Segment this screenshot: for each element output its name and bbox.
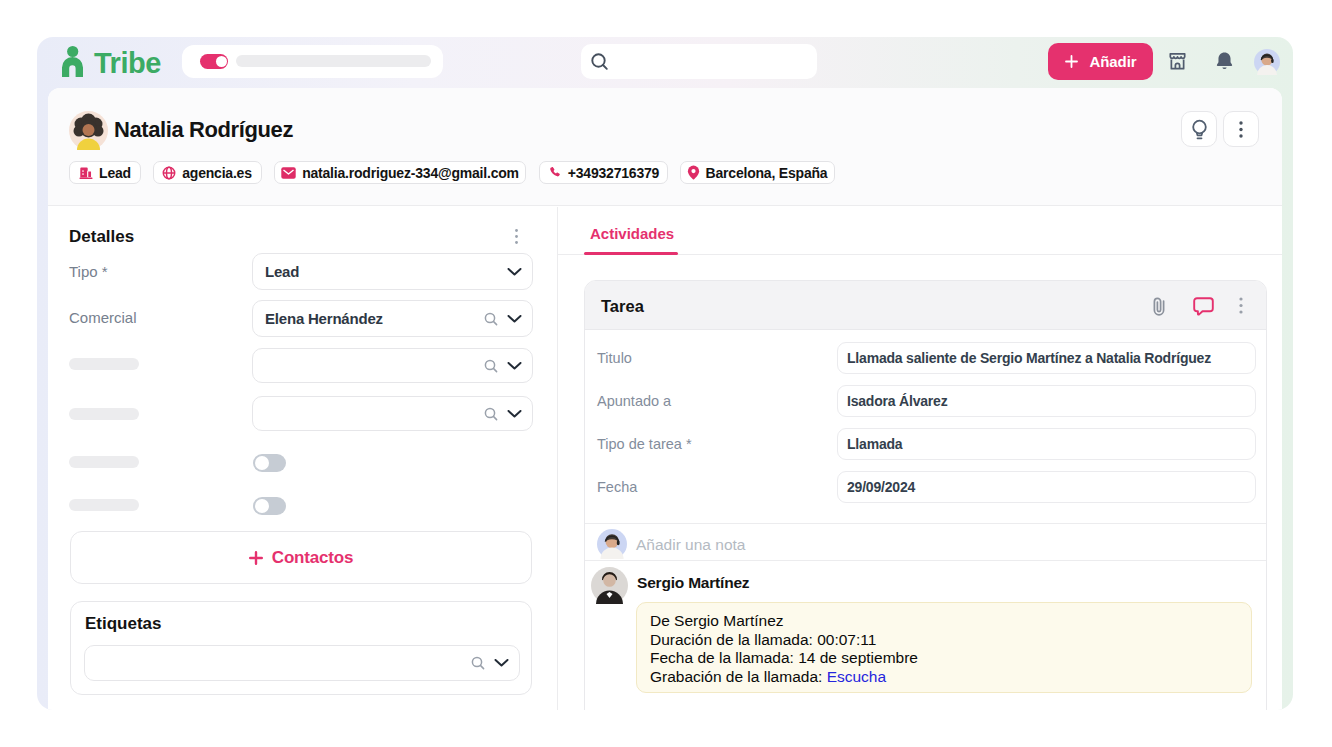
svg-text:Tribe: Tribe — [94, 47, 161, 79]
